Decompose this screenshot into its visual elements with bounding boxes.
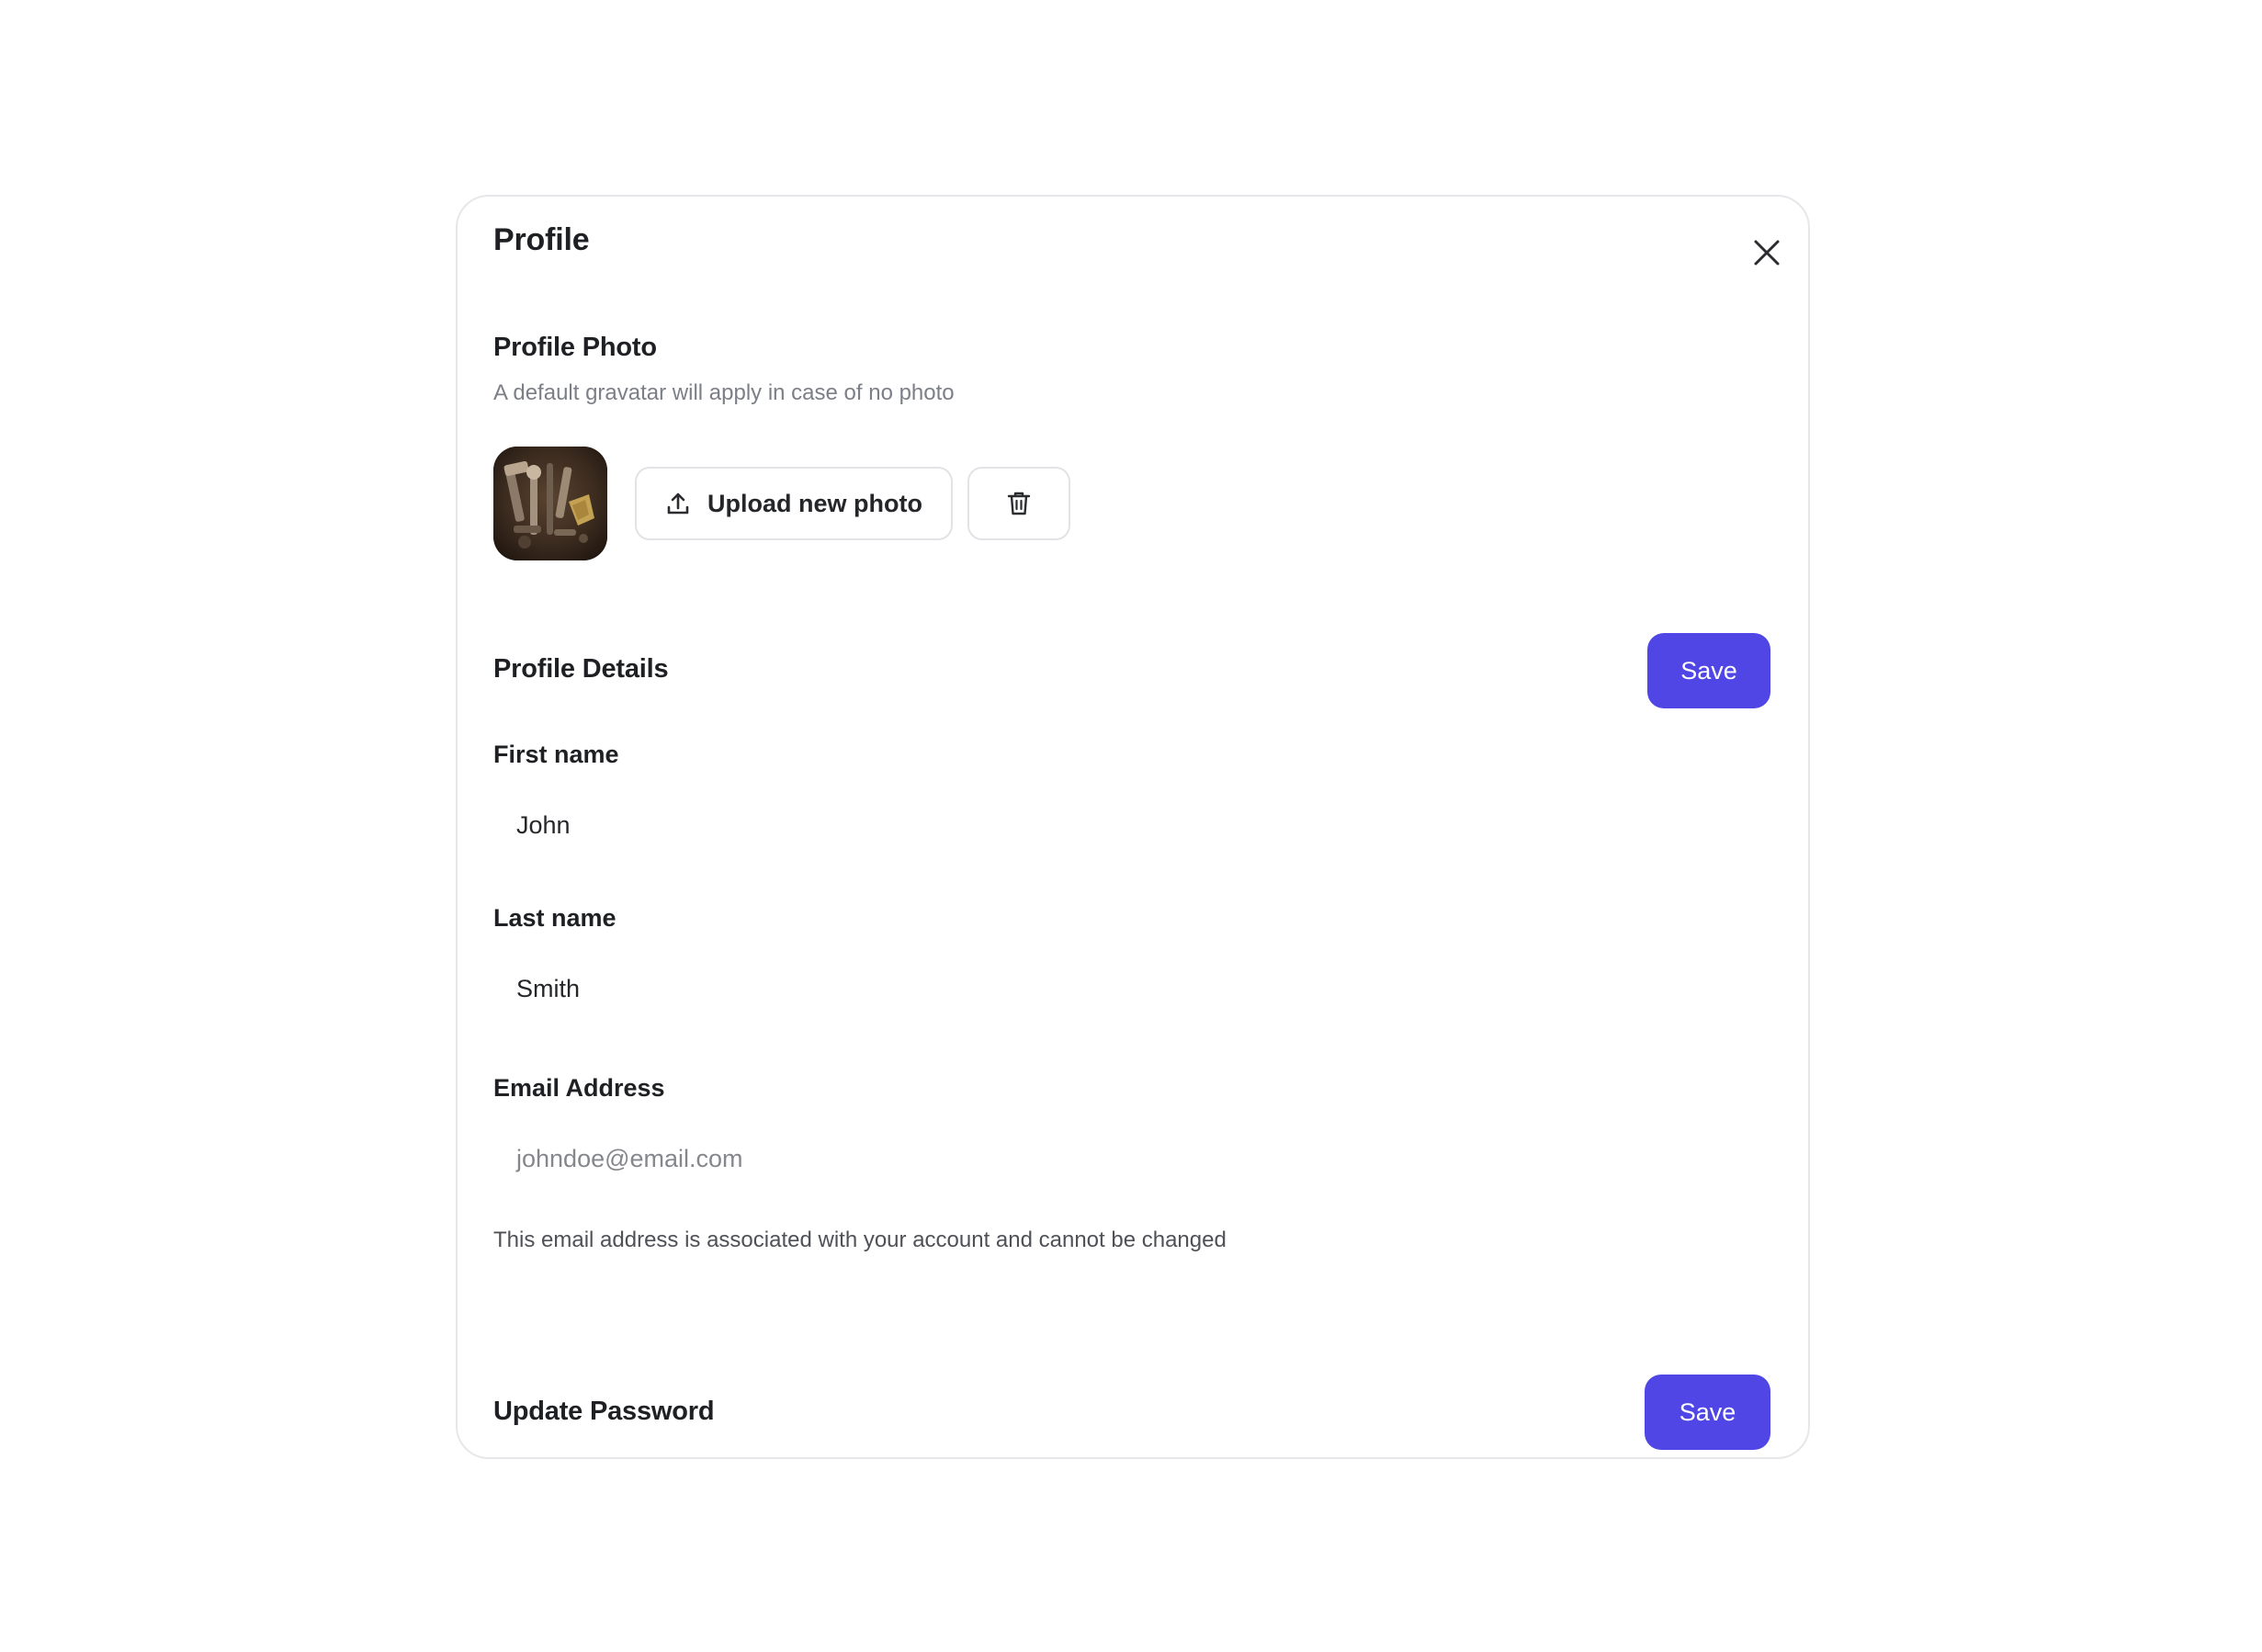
avatar-image bbox=[493, 447, 607, 560]
email-helper-text: This email address is associated with yo… bbox=[493, 1228, 1227, 1252]
upload-icon bbox=[667, 492, 689, 515]
profile-photo-heading: Profile Photo bbox=[493, 333, 657, 362]
delete-photo-button[interactable] bbox=[967, 467, 1070, 540]
update-password-heading: Update Password bbox=[493, 1397, 715, 1426]
modal-title: Profile bbox=[493, 222, 590, 257]
profile-details-heading: Profile Details bbox=[493, 654, 669, 684]
profile-photo-description: A default gravatar will apply in case of… bbox=[493, 380, 955, 405]
first-name-input[interactable]: John bbox=[493, 798, 1770, 853]
avatar bbox=[493, 447, 607, 560]
close-button[interactable] bbox=[1746, 232, 1788, 274]
last-name-label: Last name bbox=[493, 904, 616, 932]
close-icon bbox=[1754, 240, 1780, 266]
trash-icon bbox=[1007, 492, 1031, 515]
profile-modal: Profile Profile Photo A default gravatar… bbox=[456, 195, 1810, 1459]
upload-photo-label: Upload new photo bbox=[707, 489, 922, 517]
first-name-label: First name bbox=[493, 741, 619, 768]
save-details-button[interactable]: Save bbox=[1647, 633, 1770, 708]
email-label: Email Address bbox=[493, 1074, 665, 1102]
last-name-input[interactable]: Smith bbox=[493, 961, 1770, 1016]
email-field: johndoe@email.com bbox=[516, 1144, 743, 1172]
upload-photo-button[interactable]: Upload new photo bbox=[635, 467, 953, 540]
save-password-button[interactable]: Save bbox=[1645, 1375, 1770, 1450]
